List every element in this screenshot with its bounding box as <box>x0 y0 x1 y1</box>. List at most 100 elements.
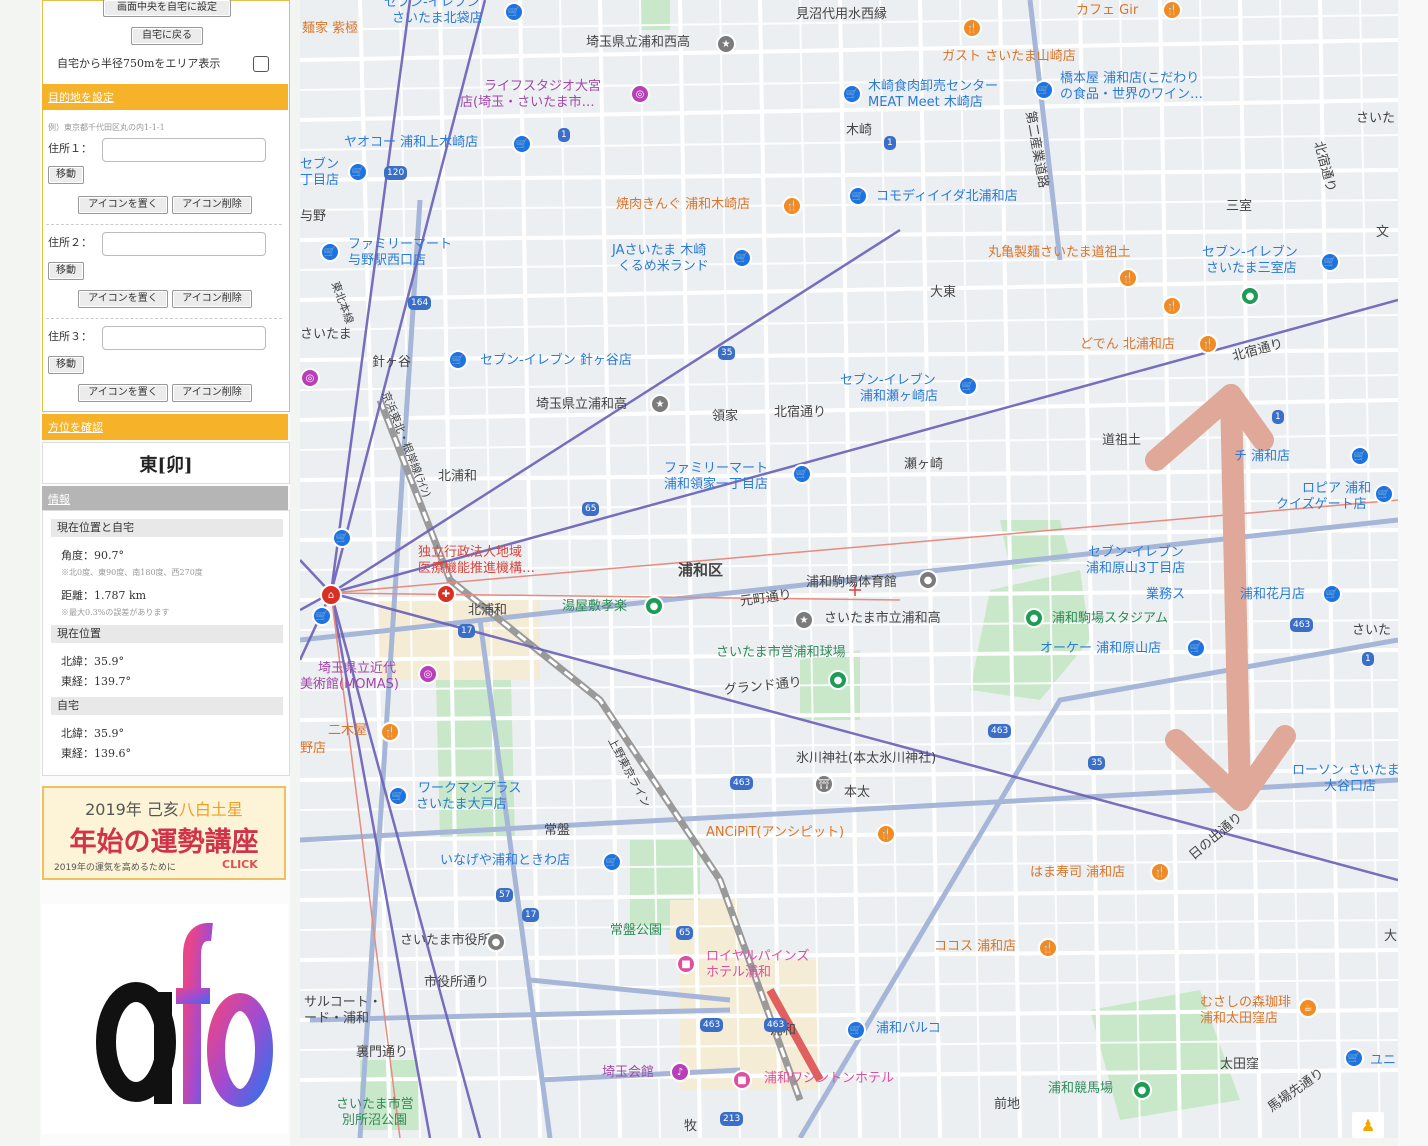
place-pin-icon[interactable]: ● <box>1024 608 1044 628</box>
school-pin-icon[interactable]: ★ <box>794 610 814 630</box>
map-canvas[interactable]: セブン-イレブン さいたま北袋店 見沼代用水西縁 カフェ Gir 麺家 紫極 埼… <box>300 0 1398 1138</box>
map-label[interactable]: 二木屋 <box>328 723 367 738</box>
hotel-pin-icon[interactable]: ■ <box>732 1070 752 1090</box>
fortune-ad-banner[interactable]: 2019年 己亥八白土星 年始の運勢講座 2019年の運気を高めるために CLI… <box>42 786 286 880</box>
store-pin-icon[interactable]: 🛒 <box>348 162 368 182</box>
place-pin-icon[interactable]: ● <box>828 670 848 690</box>
store-pin-icon[interactable]: 🛒 <box>1350 446 1370 466</box>
place-pin-icon[interactable]: ● <box>1132 1080 1152 1100</box>
map-label[interactable]: 埼玉県立近代 <box>318 661 396 676</box>
map-label[interactable]: 埼玉県立浦和高 <box>536 397 627 412</box>
map-label[interactable]: ワークマンプラス <box>418 781 521 796</box>
map-label[interactable]: ココス 浦和店 <box>934 939 1016 954</box>
map-label[interactable]: ユニ <box>1370 1053 1396 1068</box>
map-label[interactable]: 浦和競馬場 <box>1048 1081 1113 1096</box>
map-label[interactable]: 浦和パルコ <box>876 1021 941 1036</box>
map-label[interactable]: セブン-イレブン <box>1088 545 1184 560</box>
map-label[interactable]: 浦和駒場スタジアム <box>1052 611 1168 626</box>
place-pin-icon[interactable]: ◎ <box>418 664 438 684</box>
afb-ad[interactable]: afb <box>42 904 288 1134</box>
map-label[interactable]: さいたま三室店 <box>1206 261 1297 276</box>
map-label[interactable]: はま寿司 浦和店 <box>1030 865 1125 880</box>
set-home-center-button[interactable]: 画面中央を自宅に設定 <box>103 0 231 17</box>
school-pin-icon[interactable]: ★ <box>650 394 670 414</box>
home-pin-icon[interactable]: ⌂ <box>320 584 342 606</box>
map-label[interactable]: 店(埼玉・さいたま市… <box>460 95 595 110</box>
address-3-move-button[interactable]: 移動 <box>48 356 84 374</box>
address-1-remove-icon-button[interactable]: アイコン削除 <box>172 196 252 214</box>
address-2-place-icon-button[interactable]: アイコンを置く <box>78 290 168 308</box>
map-label[interactable]: 橋本屋 浦和店(こだわり <box>1060 71 1199 86</box>
map-label[interactable]: 焼肉きんぐ 浦和木崎店 <box>616 197 750 212</box>
map-label[interactable]: セブン-イレブン <box>384 0 480 10</box>
map-label[interactable]: 丸亀製麺さいたま道祖土 <box>988 245 1131 260</box>
map-label[interactable]: くるめ米ランド <box>618 259 709 274</box>
address-2-move-button[interactable]: 移動 <box>48 262 84 280</box>
address-3-remove-icon-button[interactable]: アイコン削除 <box>172 384 252 402</box>
map-label[interactable]: ロピア 浦和 <box>1302 481 1371 496</box>
hospital-pin-icon[interactable]: ✚ <box>436 584 456 604</box>
restaurant-pin-icon[interactable]: 🍴 <box>380 722 400 742</box>
address-2-input[interactable] <box>102 232 266 256</box>
map-label[interactable]: 埼玉県立浦和西高 <box>586 35 690 50</box>
map-label[interactable]: ローソン さいたま <box>1292 763 1398 778</box>
store-pin-icon[interactable]: 🛒 <box>320 242 340 262</box>
map-label[interactable]: セブン-イレブン 針ヶ谷店 <box>480 353 632 368</box>
map-label[interactable]: ホテル浦和 <box>706 965 771 980</box>
map-label[interactable]: 浦和駒場体育館 <box>806 575 897 590</box>
map-label[interactable]: 美術館(MOMAS) <box>300 677 399 692</box>
address-1-place-icon-button[interactable]: アイコンを置く <box>78 196 168 214</box>
place-pin-icon[interactable]: ◎ <box>300 368 320 388</box>
map-label[interactable]: さいたま市営 <box>336 1097 414 1112</box>
map-label[interactable]: 医療機能推進機構… <box>418 561 535 576</box>
address-2-remove-icon-button[interactable]: アイコン削除 <box>172 290 252 308</box>
map-label[interactable]: ファミリーマート <box>348 237 452 252</box>
map-label[interactable]: さいたま大戸店 <box>416 797 507 812</box>
restaurant-pin-icon[interactable]: 🍴 <box>1118 268 1138 288</box>
restaurant-pin-icon[interactable]: 🍴 <box>782 196 802 216</box>
return-home-button[interactable]: 自宅に戻る <box>131 27 203 45</box>
direction-header-link[interactable]: 方位を確認 <box>48 419 103 435</box>
restaurant-pin-icon[interactable]: 🍴 <box>1150 862 1170 882</box>
map-label[interactable]: 浦和花月店 <box>1240 587 1305 602</box>
restaurant-pin-icon[interactable]: 🍴 <box>876 824 896 844</box>
store-pin-icon[interactable]: 🛒 <box>1374 484 1394 504</box>
map-label[interactable]: チ 浦和店 <box>1234 449 1290 464</box>
place-pin-icon[interactable]: ♪ <box>670 1062 690 1082</box>
map-label[interactable]: ロイヤルパインズ <box>706 949 809 964</box>
map-label[interactable]: 浦和領家一丁目店 <box>664 477 768 492</box>
map-label[interactable]: クイズゲート店 <box>1276 497 1367 512</box>
street-view-pegman-icon[interactable]: ♟ <box>1352 1112 1384 1138</box>
destination-header-link[interactable]: 目的地を設定 <box>48 89 114 105</box>
map-label[interactable]: むさしの森珈琲 <box>1200 995 1291 1010</box>
map-label[interactable]: 浦和ワシントンホテル <box>764 1071 894 1086</box>
map-label[interactable]: 湯屋敷孝楽 <box>562 599 627 614</box>
address-3-input[interactable] <box>102 326 266 350</box>
area-toggle-checkbox[interactable] <box>253 56 269 72</box>
map-label[interactable]: どでん 北浦和店 <box>1080 337 1175 352</box>
map-label[interactable]: 野店 <box>300 741 326 756</box>
place-pin-icon[interactable]: ● <box>644 596 664 616</box>
restaurant-pin-icon[interactable]: 🍴 <box>1038 938 1058 958</box>
map-label[interactable]: 浦和太田窪店 <box>1200 1011 1278 1026</box>
map-label[interactable]: ANCiPiT(アンシピット) <box>706 825 844 840</box>
map-label[interactable]: カフェ Gir <box>1076 3 1138 18</box>
map-label[interactable]: 北浦和 <box>468 603 507 618</box>
map-label[interactable]: 麺家 紫極 <box>302 21 358 36</box>
map-label[interactable]: セブン-イレブン <box>1202 245 1298 260</box>
map-label[interactable]: 埼玉会館 <box>602 1065 654 1080</box>
address-1-move-button[interactable]: 移動 <box>48 166 84 184</box>
hotel-pin-icon[interactable]: ■ <box>676 954 696 974</box>
store-pin-icon[interactable]: 🛒 <box>732 248 752 268</box>
map-label[interactable]: MEAT Meet 木崎店 <box>868 95 983 110</box>
restaurant-pin-icon[interactable]: 🍴 <box>962 18 982 38</box>
map-label[interactable]: JAさいたま 木崎 <box>612 243 706 258</box>
place-pin-icon[interactable]: ◎ <box>630 84 650 104</box>
map-label[interactable]: さいたま市立浦和高 <box>824 611 941 626</box>
map-label[interactable]: の食品・世界のワイン… <box>1060 87 1203 102</box>
map-label[interactable]: セブン <box>300 157 339 172</box>
map-label[interactable]: セブン-イレブン <box>840 373 936 388</box>
map-label[interactable]: 業務ス <box>1146 587 1185 602</box>
map-label[interactable]: 大谷口店 <box>1324 779 1376 794</box>
info-header-link[interactable]: 情報 <box>48 491 70 507</box>
